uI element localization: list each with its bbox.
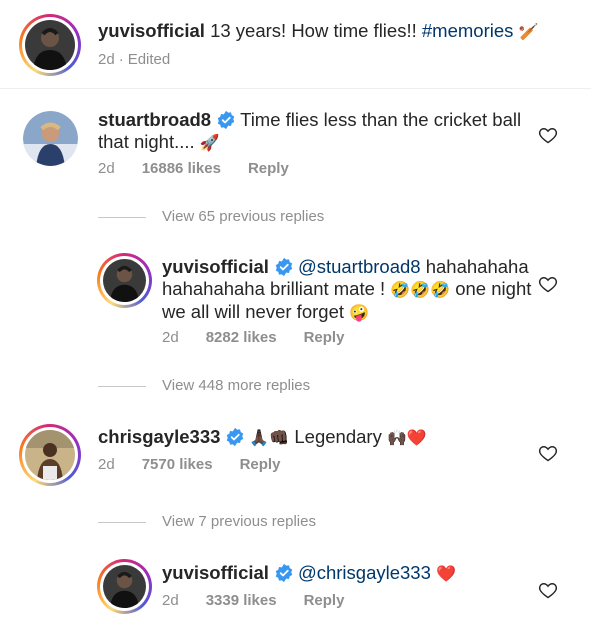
comment-time: 2d <box>98 456 115 473</box>
verified-badge-icon <box>275 563 293 583</box>
caption-text: yuvisofficial 13 years! How time flies!!… <box>98 20 568 43</box>
reply-button[interactable]: Reply <box>240 456 281 473</box>
heart-icon[interactable] <box>538 580 558 600</box>
caption-username[interactable]: yuvisofficial <box>98 20 205 41</box>
view-previous-label[interactable]: View 7 previous replies <box>162 513 316 530</box>
rocket-emoji: 🚀 <box>199 133 220 152</box>
view-previous-replies[interactable]: View 65 previous replies <box>98 208 324 225</box>
replies-divider-line <box>98 216 146 218</box>
replies-divider-line <box>98 385 146 387</box>
view-more-replies[interactable]: View 448 more replies <box>98 377 310 394</box>
hands-heart-emojis: 🙌🏿❤️ <box>386 428 427 447</box>
chrisgayle-avatar[interactable] <box>19 424 81 486</box>
comment-body: Legendary <box>294 426 382 447</box>
verified-badge-icon <box>275 257 293 277</box>
view-previous-label[interactable]: View 65 previous replies <box>162 208 324 225</box>
laughing-emojis: 🤣🤣🤣 <box>390 280 451 299</box>
profile-photo <box>103 565 146 608</box>
profile-photo <box>103 259 146 302</box>
caption-body: 13 years! How time flies!! <box>210 20 417 41</box>
replies-divider-line <box>98 521 146 523</box>
reply-body-line1: hahahahaha <box>425 256 529 277</box>
reply-text: yuvisofficial @chrisgayle333 ❤️ <box>162 562 532 585</box>
profile-photo <box>25 20 75 70</box>
stuartbroad-avatar[interactable] <box>23 111 78 166</box>
comment-meta: 2d 16886 likes Reply <box>98 160 316 177</box>
view-more-label[interactable]: View 448 more replies <box>162 377 310 394</box>
caption-divider <box>0 88 591 89</box>
comment-username[interactable]: stuartbroad8 <box>98 109 211 130</box>
reply-body-line2: hahahahaha brilliant mate ! <box>162 278 386 299</box>
reply-button[interactable]: Reply <box>248 160 289 177</box>
reply-meta: 2d 8282 likes Reply <box>162 329 371 346</box>
comment-text: stuartbroad8 Time flies less than the cri… <box>98 109 528 154</box>
reply-mention[interactable]: @chrisgayle333 <box>298 562 431 583</box>
comment-meta: 2d 7570 likes Reply <box>98 456 307 473</box>
reply-text: yuvisofficial @stuartbroad8 hahahahaha ha… <box>162 256 532 324</box>
reply-time: 2d <box>162 592 179 609</box>
profile-photo <box>23 111 78 166</box>
heart-icon[interactable] <box>538 443 558 463</box>
heart-icon[interactable] <box>538 274 558 294</box>
reply-meta: 2d 3339 likes Reply <box>162 592 371 609</box>
reply-likes[interactable]: 8282 likes <box>206 329 277 346</box>
caption-hashtag[interactable]: #memories <box>422 20 514 41</box>
reply-avatar[interactable] <box>97 559 152 614</box>
comment-time: 2d <box>98 160 115 177</box>
zany-emoji: 🤪 <box>349 303 370 322</box>
profile-photo <box>25 430 75 480</box>
comments-page: yuvisofficial 13 years! How time flies!!… <box>0 0 591 640</box>
reply-button[interactable]: Reply <box>304 592 345 609</box>
cricket-emoji: 🏏 <box>518 22 539 41</box>
comment-likes[interactable]: 7570 likes <box>142 456 213 473</box>
pray-fist-emojis: 🙏🏿👊🏿 <box>249 428 290 447</box>
red-heart-emoji: ❤️ <box>436 564 456 583</box>
comment-username[interactable]: chrisgayle333 <box>98 426 220 447</box>
view-previous-replies[interactable]: View 7 previous replies <box>98 513 316 530</box>
verified-badge-icon <box>227 427 244 447</box>
reply-time: 2d <box>162 329 179 346</box>
reply-likes[interactable]: 3339 likes <box>206 592 277 609</box>
heart-icon[interactable] <box>538 125 558 145</box>
caption-avatar[interactable] <box>19 14 81 76</box>
caption-meta: 2d · Edited <box>98 51 197 68</box>
caption-time: 2d <box>98 51 115 68</box>
meta-separator: · <box>118 51 124 68</box>
comment-text: chrisgayle333 🙏🏿👊🏿 Legendary 🙌🏿❤️ <box>98 426 528 449</box>
reply-button[interactable]: Reply <box>304 329 345 346</box>
reply-avatar[interactable] <box>97 253 152 308</box>
reply-username[interactable]: yuvisofficial <box>162 562 269 583</box>
reply-body-line2b: one <box>455 278 487 299</box>
comment-likes[interactable]: 16886 likes <box>142 160 221 177</box>
reply-mention[interactable]: @stuartbroad8 <box>298 256 421 277</box>
reply-username[interactable]: yuvisofficial <box>162 256 269 277</box>
verified-badge-icon <box>217 110 235 130</box>
caption-edited: Edited <box>127 51 171 68</box>
